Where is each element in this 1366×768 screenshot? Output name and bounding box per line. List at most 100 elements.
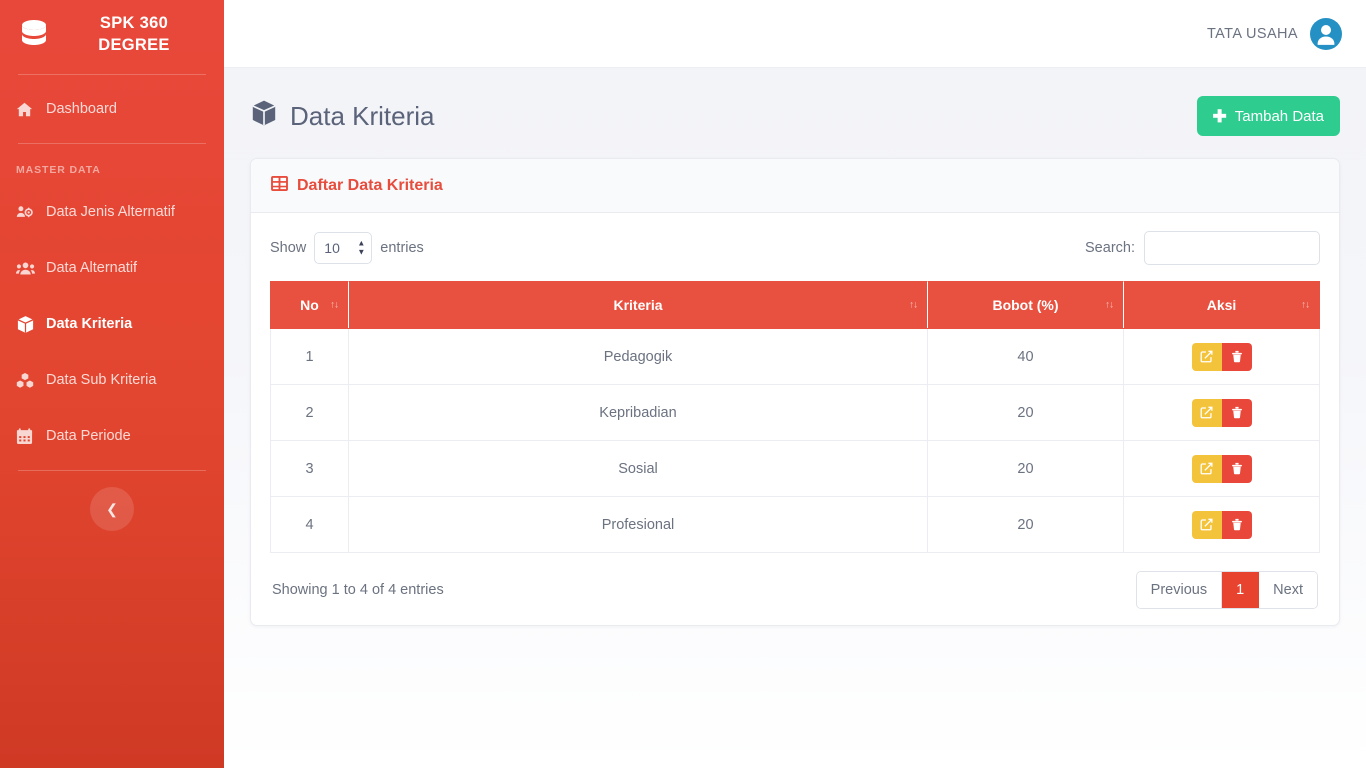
add-data-button-label: Tambah Data [1234, 107, 1324, 125]
edit-icon [1200, 518, 1213, 531]
plus-icon: ✚ [1212, 106, 1227, 126]
row-action-group [1191, 398, 1252, 427]
home-icon [16, 101, 42, 118]
cell-bobot: 20 [927, 384, 1124, 441]
topbar-user-name: TATA USAHA [1206, 25, 1298, 42]
sidebar-divider-top [18, 74, 206, 75]
database-icon [14, 18, 54, 50]
column-header-aksi-label: Aksi [1206, 297, 1237, 313]
sidebar-item-data-kriteria[interactable]: Data Kriteria [0, 296, 224, 352]
trash-icon [1231, 518, 1242, 531]
cell-no: 3 [270, 440, 349, 497]
length-select-wrap: 10 ▲ ▼ [314, 232, 373, 264]
sidebar-item-dashboard[interactable]: Dashboard [0, 81, 224, 137]
brand-line-2: DEGREE [98, 36, 170, 54]
cell-no: 4 [270, 496, 349, 553]
calendar-icon [16, 427, 42, 445]
cell-kriteria: Sosial [348, 440, 928, 497]
datatable-footer: Showing 1 to 4 of 4 entries Previous 1 N… [270, 571, 1320, 609]
card-body: Show 10 ▲ ▼ entries Search: No ↑↓ Kriter… [251, 213, 1339, 625]
table-row: 2 Kepribadian 20 [270, 384, 1320, 441]
brand-title: SPK 360 DEGREE [54, 12, 214, 57]
sidebar-item-data-periode[interactable]: Data Periode [0, 408, 224, 464]
column-header-no[interactable]: No ↑↓ [270, 281, 349, 329]
table-body: 1 Pedagogik 40 2 Kepribadian 20 3 Sosial… [270, 328, 1320, 553]
sidebar-item-data-sub-kriteria[interactable]: Data Sub Kriteria [0, 352, 224, 408]
pagination-next[interactable]: Next [1259, 572, 1317, 608]
table-row: 3 Sosial 20 [270, 440, 1320, 497]
pagination-page-1[interactable]: 1 [1222, 572, 1260, 608]
search-input[interactable] [1144, 231, 1320, 265]
cube-icon [250, 99, 278, 134]
sidebar-divider-mid [18, 143, 206, 144]
cell-bobot: 20 [927, 440, 1124, 497]
column-header-kriteria[interactable]: Kriteria ↑↓ [348, 281, 928, 329]
sidebar-item-data-periode-label: Data Periode [46, 428, 131, 444]
sort-icon: ↑↓ [1301, 299, 1310, 311]
users-icon [16, 261, 42, 276]
edit-button[interactable] [1191, 454, 1222, 483]
avatar[interactable] [1310, 17, 1342, 50]
brand-logo[interactable]: SPK 360 DEGREE [0, 0, 224, 68]
card-header: Daftar Data Kriteria [251, 159, 1339, 213]
cell-aksi [1123, 328, 1320, 385]
boxes-icon [16, 372, 42, 389]
row-action-group [1191, 342, 1252, 371]
page-title: Data Kriteria [250, 99, 435, 134]
edit-button[interactable] [1191, 342, 1222, 371]
delete-button[interactable] [1221, 454, 1252, 483]
card-header-title: Daftar Data Kriteria [297, 176, 443, 194]
cell-aksi [1123, 384, 1320, 441]
main-content: Data Kriteria ✚ Tambah Data Daftar Data … [224, 68, 1366, 768]
delete-button[interactable] [1221, 342, 1252, 371]
edit-button[interactable] [1191, 398, 1222, 427]
edit-icon [1200, 350, 1213, 363]
page-header: Data Kriteria ✚ Tambah Data [250, 92, 1340, 140]
column-header-aksi[interactable]: Aksi ↑↓ [1123, 281, 1320, 329]
datatable-controls: Show 10 ▲ ▼ entries Search: [270, 231, 1320, 265]
datatable-info: Showing 1 to 4 of 4 entries [272, 582, 444, 598]
table-row: 4 Profesional 20 [270, 496, 1320, 553]
delete-button[interactable] [1221, 398, 1252, 427]
sidebar-item-dashboard-label: Dashboard [46, 101, 117, 117]
pagination: Previous 1 Next [1135, 571, 1318, 609]
user-avatar-icon [1317, 24, 1335, 45]
delete-button[interactable] [1221, 510, 1252, 539]
chevron-left-icon: ❮ [106, 500, 118, 517]
sidebar-item-data-alternatif-label: Data Alternatif [46, 260, 138, 276]
box-icon [16, 315, 42, 334]
column-header-kriteria-label: Kriteria [613, 297, 663, 313]
trash-icon [1231, 462, 1242, 475]
length-suffix-label: entries [380, 240, 424, 256]
brand-line-1: SPK 360 [99, 13, 169, 32]
page-title-text: Data Kriteria [290, 100, 435, 131]
users-cog-icon [16, 204, 42, 220]
table-icon [271, 175, 288, 196]
add-data-button[interactable]: ✚ Tambah Data [1196, 96, 1340, 136]
edit-button[interactable] [1191, 510, 1222, 539]
edit-icon [1200, 406, 1213, 419]
trash-icon [1231, 406, 1242, 419]
cell-aksi [1123, 496, 1320, 553]
table-head: No ↑↓ Kriteria ↑↓ Bobot (%) ↑↓ Aksi ↑↓ [270, 281, 1320, 329]
sidebar-collapse-wrap: ❮ [0, 487, 224, 531]
search-label: Search: [1085, 240, 1135, 256]
cell-bobot: 20 [927, 496, 1124, 553]
length-prefix-label: Show [270, 240, 307, 256]
sidebar-divider-bottom [18, 470, 206, 471]
entries-select[interactable]: 10 [314, 232, 373, 264]
sidebar-item-data-alternatif[interactable]: Data Alternatif [0, 240, 224, 296]
cell-kriteria: Profesional [348, 496, 928, 553]
column-header-no-label: No [300, 297, 319, 313]
column-header-bobot[interactable]: Bobot (%) ↑↓ [927, 281, 1124, 329]
trash-icon [1231, 350, 1242, 363]
sort-icon: ↑↓ [909, 299, 918, 311]
pagination-previous[interactable]: Previous [1136, 572, 1223, 608]
topbar: TATA USAHA [224, 0, 1366, 68]
sidebar-item-data-jenis-alternatif[interactable]: Data Jenis Alternatif [0, 184, 224, 240]
sidebar-section-master-data: MASTER DATA [16, 164, 101, 176]
sidebar-item-data-sub-kriteria-label: Data Sub Kriteria [46, 372, 157, 388]
table-header-row: No ↑↓ Kriteria ↑↓ Bobot (%) ↑↓ Aksi ↑↓ [270, 281, 1320, 329]
cell-aksi [1123, 440, 1320, 497]
sidebar-collapse-button[interactable]: ❮ [90, 487, 134, 531]
